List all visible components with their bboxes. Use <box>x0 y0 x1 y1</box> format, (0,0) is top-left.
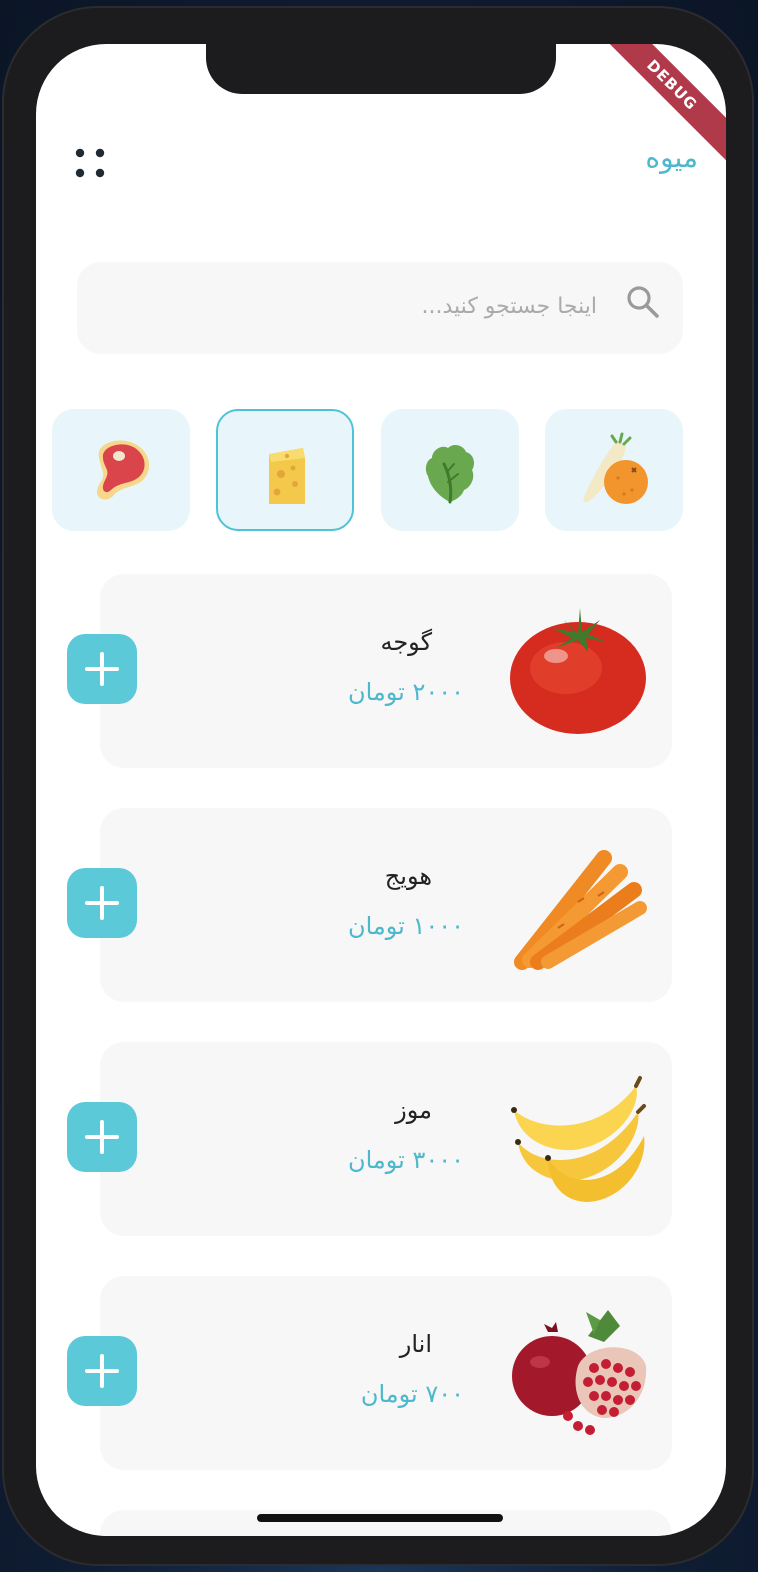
product-price: ۳۰۰۰ تومان <box>347 1146 464 1174</box>
add-button-banana[interactable] <box>67 1102 137 1172</box>
product-card-tomato[interactable]: گوجه ۲۰۰۰ تومان <box>100 574 672 768</box>
plus-icon <box>85 1354 119 1388</box>
product-name: انار <box>399 1330 432 1358</box>
product-name: موز <box>395 1096 432 1124</box>
plus-icon <box>85 886 119 920</box>
product-card-carrot[interactable]: هویج ۱۰۰۰ تومان <box>100 808 672 1002</box>
add-button-pomegranate[interactable] <box>67 1336 137 1406</box>
category-vegetables[interactable] <box>381 409 519 531</box>
banana-image <box>511 1076 646 1202</box>
product-name: هویج <box>384 862 432 890</box>
category-meat[interactable] <box>52 409 190 531</box>
add-button-tomato[interactable] <box>67 634 137 704</box>
product-price: ۷۰۰ تومان <box>360 1380 464 1408</box>
app-screen: DEBUG میوه اینجا جستجو کنید... گوجه ۲۰۰۰… <box>36 44 726 1536</box>
category-cheese[interactable] <box>216 409 354 531</box>
lettuce-icon <box>425 445 474 504</box>
product-name: گوجه <box>380 628 432 656</box>
product-price: ۱۰۰۰ تومان <box>347 912 464 940</box>
search-input[interactable] <box>157 286 597 326</box>
category-fruit[interactable] <box>545 409 683 531</box>
cheese-icon <box>269 448 305 504</box>
page-title: میوه <box>645 141 698 174</box>
header: میوه <box>36 139 726 189</box>
search-icon <box>627 286 659 318</box>
add-button-carrot[interactable] <box>67 868 137 938</box>
product-price: ۲۰۰۰ تومان <box>347 678 464 706</box>
pomegranate-image <box>512 1310 647 1435</box>
meat-icon <box>97 440 150 500</box>
plus-icon <box>85 1120 119 1154</box>
grid-dots-icon[interactable] <box>70 143 110 183</box>
phone-frame: DEBUG میوه اینجا جستجو کنید... گوجه ۲۰۰۰… <box>2 6 754 1566</box>
product-card-banana[interactable]: موز ۳۰۰۰ تومان <box>100 1042 672 1236</box>
product-card-pomegranate[interactable]: انار ۷۰۰ تومان <box>100 1276 672 1470</box>
fruit-icon <box>583 432 648 504</box>
category-list <box>36 409 726 533</box>
search-bar[interactable] <box>77 262 683 354</box>
tomato-image <box>510 608 646 734</box>
notch <box>206 44 556 94</box>
home-indicator[interactable] <box>257 1514 503 1522</box>
carrot-image <box>514 850 647 970</box>
plus-icon <box>85 652 119 686</box>
